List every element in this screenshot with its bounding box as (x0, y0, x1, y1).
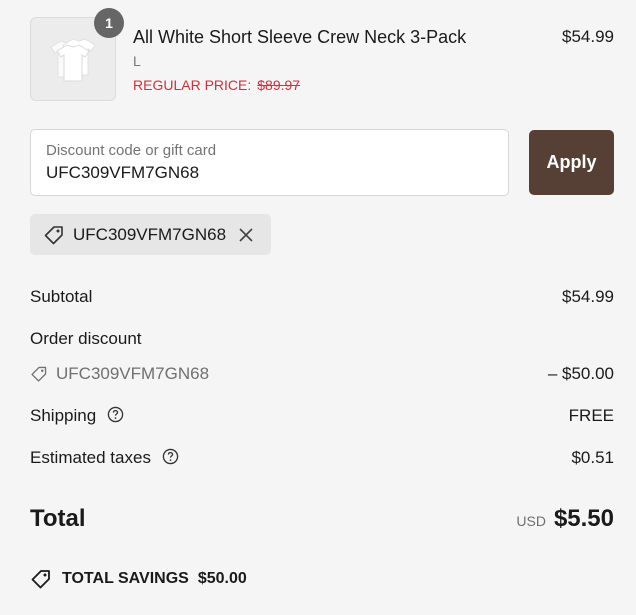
order-discount-label: Order discount (30, 329, 142, 348)
regular-price-value: $89.97 (257, 77, 301, 93)
subtotal-row: Subtotal $54.99 (30, 287, 614, 307)
discount-field-value[interactable]: UFC309VFM7GN68 (46, 163, 199, 183)
tag-icon (31, 570, 50, 589)
total-value: $5.50 (553, 505, 614, 532)
order-discount-code: UFC309VFM7GN68 (30, 364, 614, 384)
order-discount-row: Order discount (30, 329, 614, 349)
discount-code-input[interactable]: Discount code or gift card UFC309VFM7GN6… (30, 129, 509, 196)
product-line-item: 1 All White Short Sleeve Crew Neck 3-Pac… (30, 8, 614, 101)
shipping-value: FREE (568, 406, 614, 425)
order-discount-code-text: UFC309VFM7GN68 (56, 364, 210, 383)
shipping-row: Shipping FREE (30, 406, 614, 428)
taxes-value: $0.51 (571, 448, 614, 467)
shipping-label: Shipping (30, 406, 97, 425)
total-amount: USD $5.50 (516, 505, 614, 533)
remove-discount-button[interactable] (238, 227, 254, 243)
subtotal-value: $54.99 (562, 287, 614, 306)
product-price: $54.99 (562, 27, 614, 46)
tag-icon (44, 225, 63, 244)
applied-discount-chip: UFC309VFM7GN68 (30, 214, 271, 255)
regular-price: REGULAR PRICE: $89.97 (133, 77, 300, 93)
shipping-help-icon[interactable] (107, 406, 124, 428)
applied-code-text: UFC309VFM7GN68 (73, 224, 227, 244)
order-discount-value: – $50.00 (547, 364, 614, 383)
tshirt-3pack-image (50, 38, 96, 82)
close-icon[interactable] (238, 227, 254, 243)
regular-price-label: REGULAR PRICE: (133, 77, 252, 93)
taxes-label: Estimated taxes (30, 448, 151, 467)
taxes-row: Estimated taxes $0.51 (30, 448, 614, 470)
total-savings-label: TOTAL SAVINGS (62, 570, 189, 587)
order-discount-detail-row: UFC309VFM7GN68 – $50.00 (30, 364, 614, 384)
total-savings-value: $50.00 (197, 570, 247, 587)
subtotal-label: Subtotal (30, 287, 93, 306)
quantity-badge: 1 (94, 8, 124, 38)
discount-field-label: Discount code or gift card (46, 142, 217, 159)
total-label: Total (30, 505, 86, 532)
apply-button[interactable]: Apply (529, 130, 614, 195)
product-name: All White Short Sleeve Crew Neck 3-Pack (133, 27, 467, 47)
total-savings: TOTAL SAVINGS $50.00 (30, 568, 247, 590)
taxes-help-icon[interactable] (162, 448, 179, 470)
product-variant: L (133, 53, 141, 69)
currency-code: USD (516, 513, 546, 529)
tag-icon (31, 366, 47, 382)
